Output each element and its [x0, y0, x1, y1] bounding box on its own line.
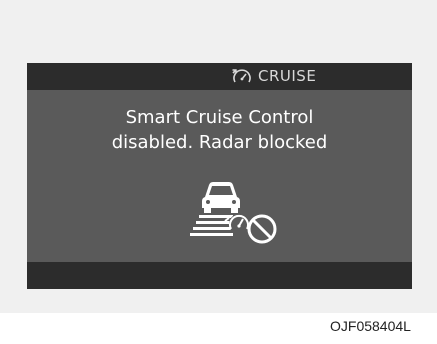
- cruise-indicator: CRUISE: [230, 65, 316, 88]
- figure-code: OJF058404L: [330, 318, 411, 334]
- message-line-2: disabled. Radar blocked: [111, 132, 328, 153]
- warning-message: Smart Cruise Control disabled. Radar blo…: [27, 105, 412, 155]
- cluster-display: CRUISE Smart Cruise Control disabled. Ra…: [27, 63, 412, 289]
- cruise-speedometer-icon: [232, 68, 251, 82]
- display-top-bar: CRUISE: [27, 63, 412, 90]
- message-line-1: Smart Cruise Control: [125, 107, 314, 128]
- figure-background: CRUISE Smart Cruise Control disabled. Ra…: [0, 0, 437, 313]
- radar-blocked-icon: [190, 182, 277, 244]
- display-bottom-bar: [27, 262, 412, 289]
- cruise-label: CRUISE: [258, 67, 317, 85]
